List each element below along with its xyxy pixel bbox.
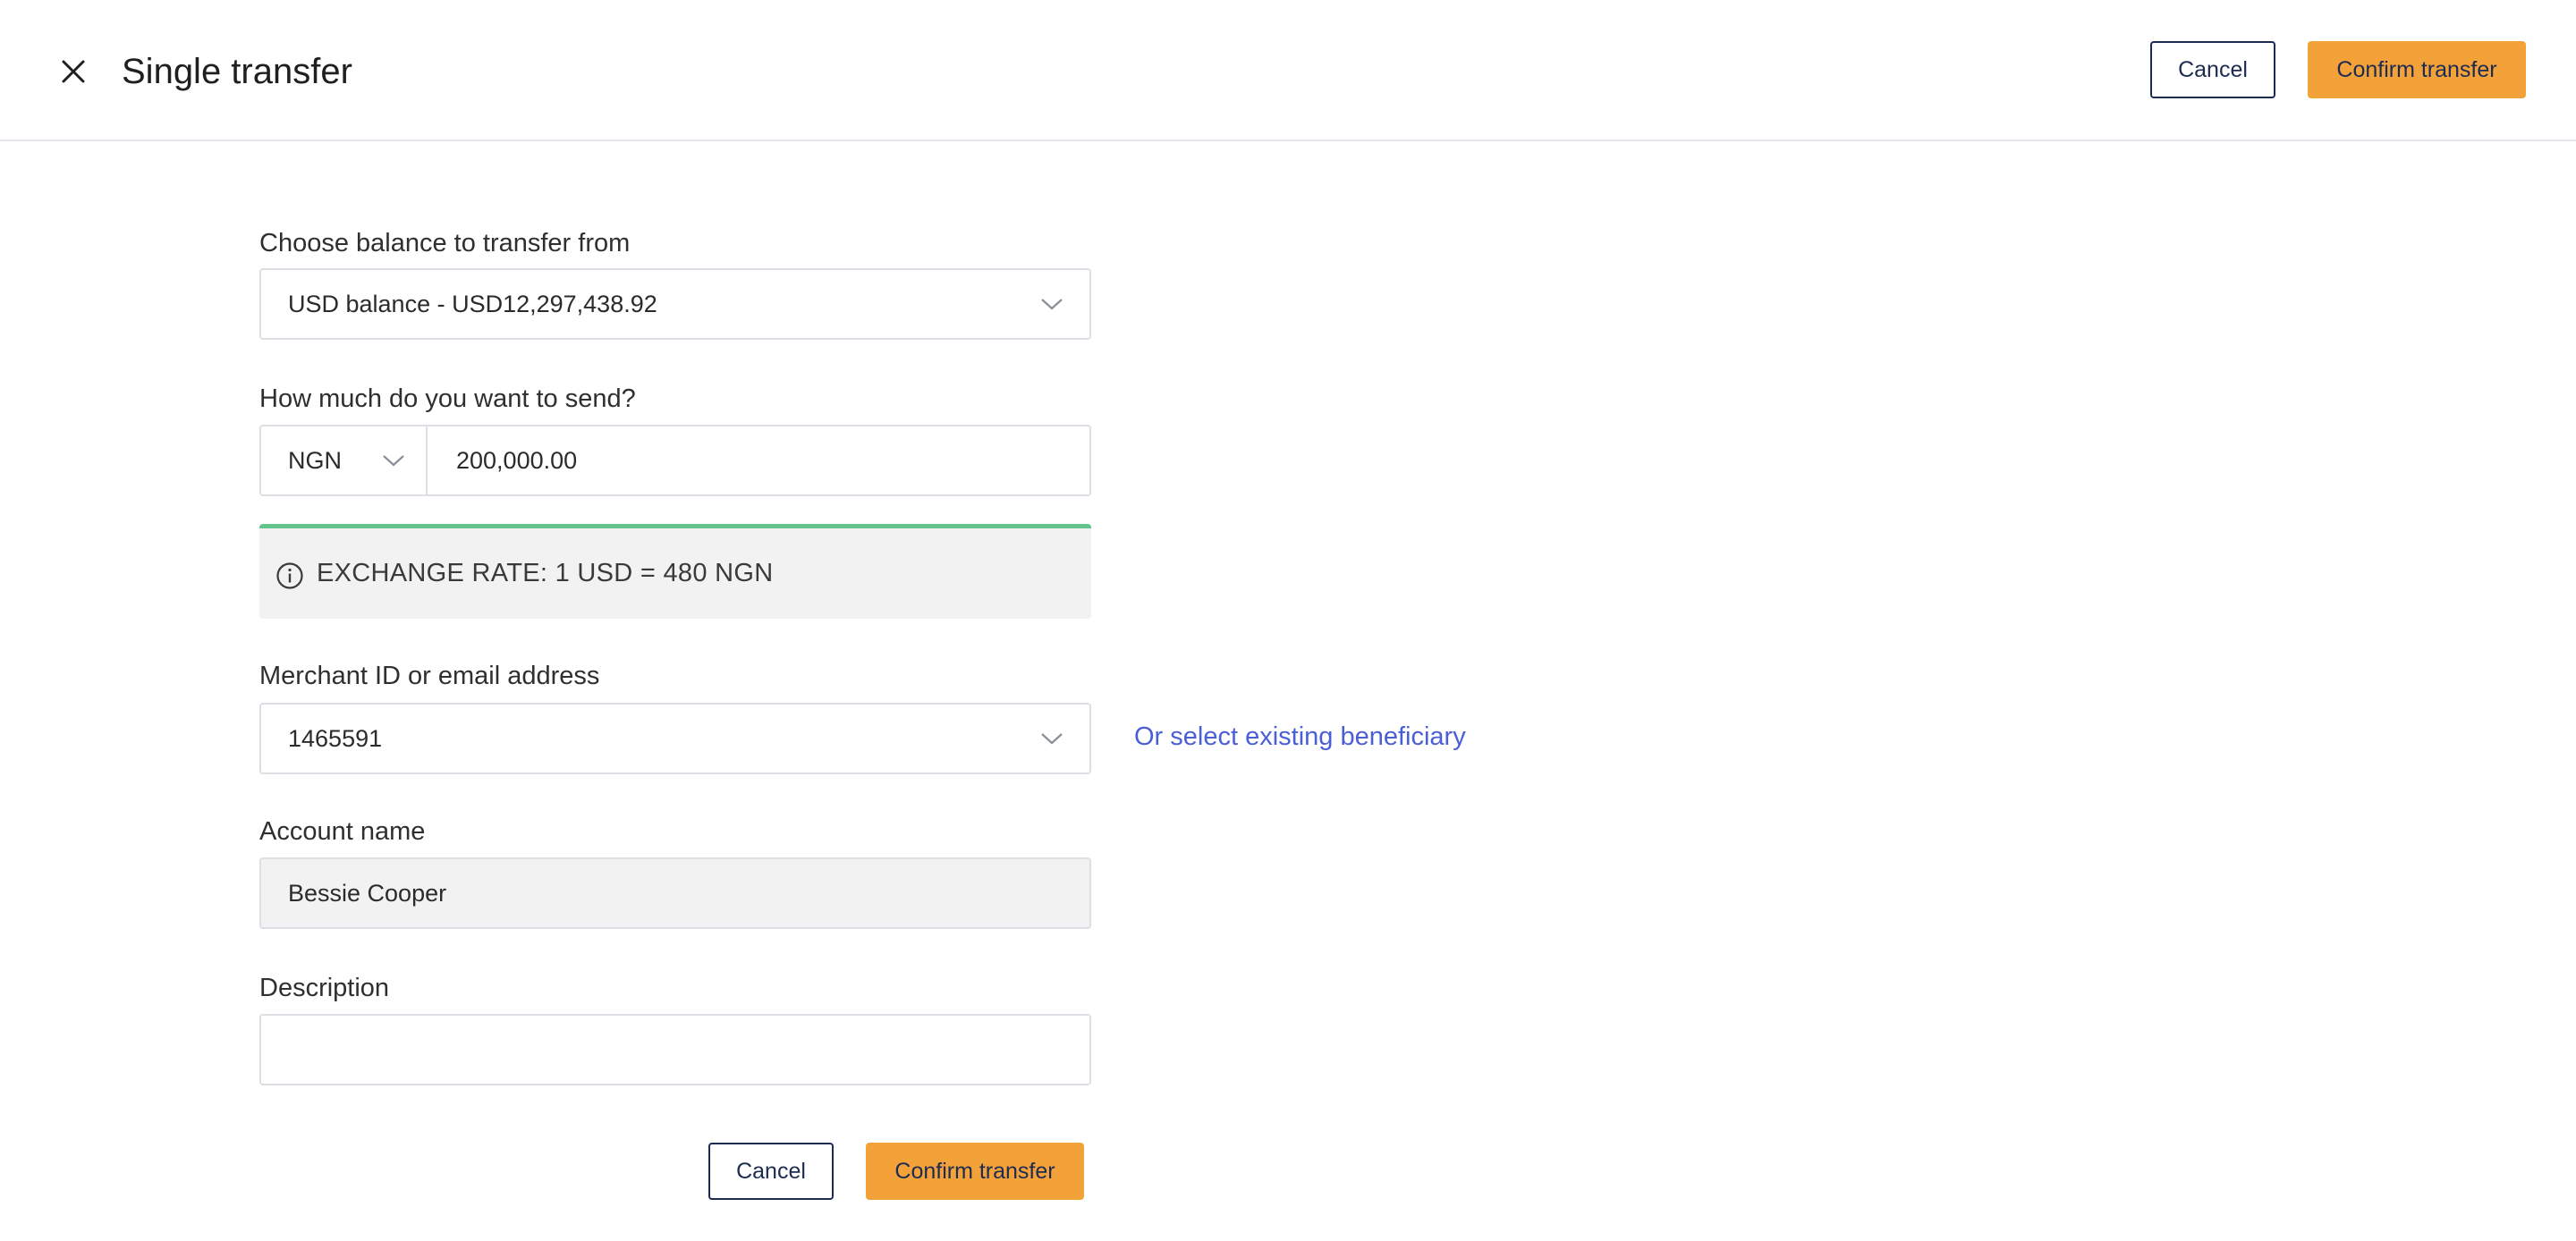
chevron-down-icon xyxy=(1039,293,1064,315)
transfer-page: Single transfer Cancel Confirm transfer … xyxy=(0,0,2576,1241)
close-icon xyxy=(62,60,85,83)
chevron-down-icon xyxy=(381,450,406,471)
account-name-field: Bessie Cooper xyxy=(259,857,1091,929)
balance-select-value: USD balance - USD12,297,438.92 xyxy=(288,291,657,317)
select-existing-beneficiary-link[interactable]: Or select existing beneficiary xyxy=(1134,719,1466,755)
chevron-down-icon xyxy=(1039,728,1064,749)
header: Single transfer Cancel Confirm transfer xyxy=(0,0,2576,141)
amount-input-value: 200,000.00 xyxy=(456,447,578,474)
merchant-select[interactable]: 1465591 xyxy=(259,703,1091,774)
close-button[interactable] xyxy=(52,50,95,93)
header-confirm-transfer-button[interactable]: Confirm transfer xyxy=(2308,41,2526,98)
currency-select-value: NGN xyxy=(288,447,342,474)
amount-input[interactable]: 200,000.00 xyxy=(428,426,1089,494)
account-name-value: Bessie Cooper xyxy=(288,880,447,907)
amount-label: How much do you want to send? xyxy=(259,384,636,413)
merchant-label: Merchant ID or email address xyxy=(259,662,600,690)
amount-field-group: NGN 200,000.00 xyxy=(259,425,1091,496)
exchange-rate-banner: EXCHANGE RATE: 1 USD = 480 NGN xyxy=(259,524,1091,619)
balance-select[interactable]: USD balance - USD12,297,438.92 xyxy=(259,268,1091,340)
footer-cancel-button[interactable]: Cancel xyxy=(708,1143,834,1200)
info-icon xyxy=(276,562,303,589)
currency-select[interactable]: NGN xyxy=(261,426,426,494)
header-cancel-button[interactable]: Cancel xyxy=(2150,41,2275,98)
description-input[interactable] xyxy=(259,1014,1091,1085)
page-title: Single transfer xyxy=(122,52,352,91)
account-name-label: Account name xyxy=(259,817,426,846)
exchange-rate-text: EXCHANGE RATE: 1 USD = 480 NGN xyxy=(317,559,774,587)
description-label: Description xyxy=(259,974,390,1002)
footer-confirm-transfer-button[interactable]: Confirm transfer xyxy=(866,1143,1084,1200)
balance-label: Choose balance to transfer from xyxy=(259,229,631,257)
merchant-select-value: 1465591 xyxy=(288,725,383,752)
